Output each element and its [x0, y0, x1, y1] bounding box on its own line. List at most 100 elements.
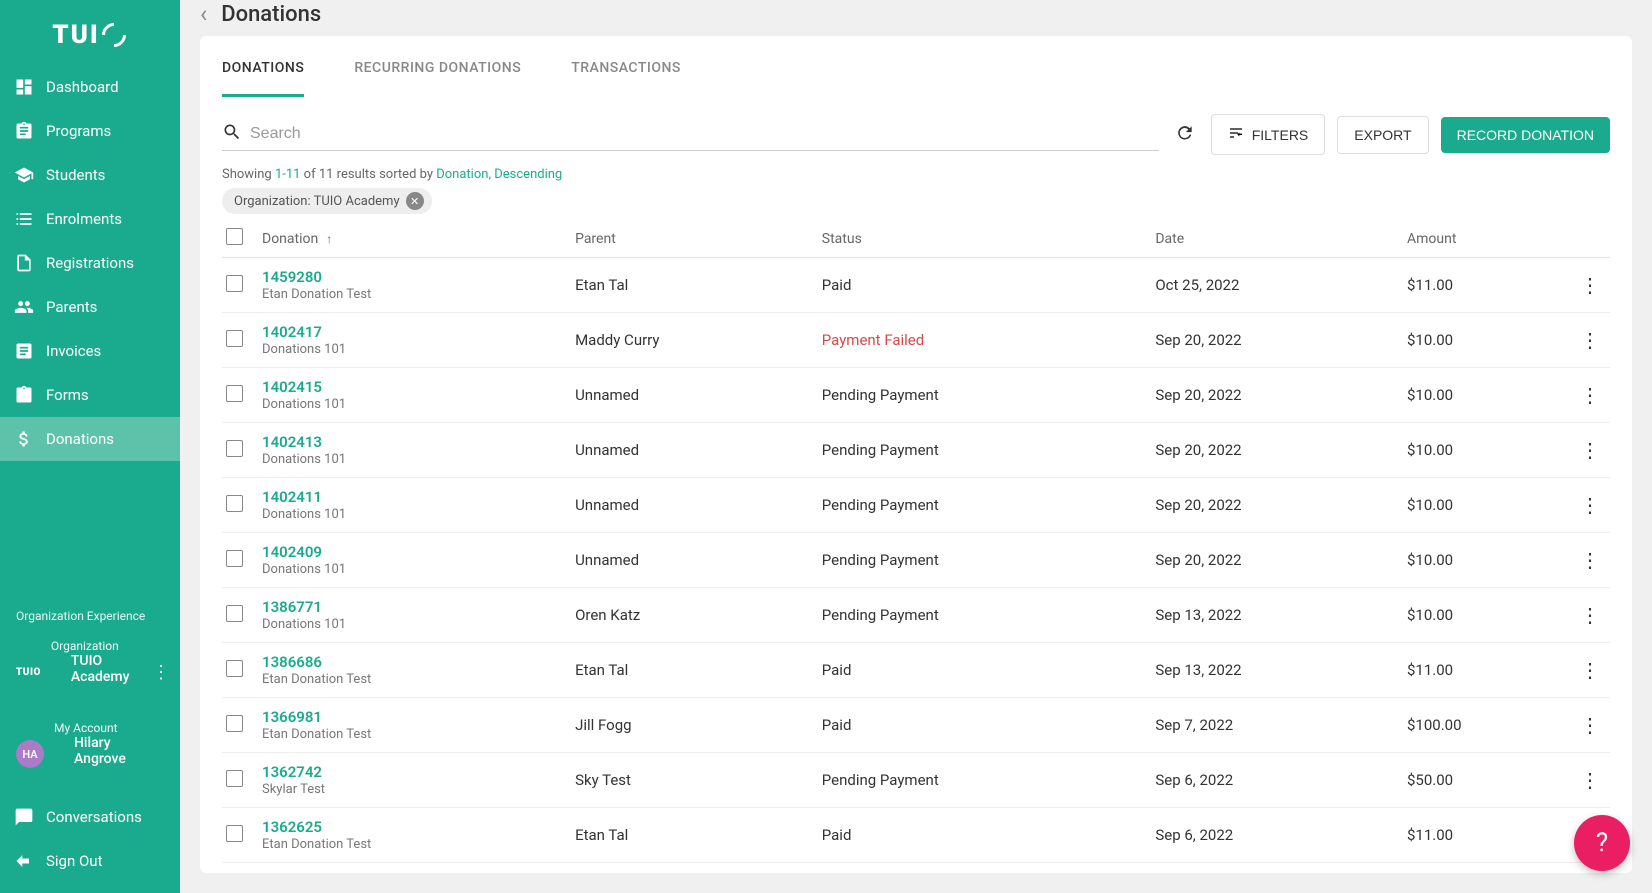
amount-cell: $11.00 [1403, 643, 1570, 698]
donation-id-link[interactable]: 1402415 [262, 378, 567, 396]
row-menu-icon[interactable]: ⋮ [1570, 368, 1610, 423]
date-cell: Sep 20, 2022 [1151, 533, 1403, 588]
org-kebab-icon[interactable]: ⋮ [152, 662, 170, 683]
donation-id-link[interactable]: 1402409 [262, 543, 567, 561]
page-header: ‹ Donations [200, 0, 1632, 36]
row-menu-icon[interactable]: ⋮ [1570, 478, 1610, 533]
sidebar-item-conversations[interactable]: Conversations [0, 795, 180, 839]
row-checkbox[interactable] [226, 550, 243, 567]
status-cell: Pending Payment [818, 423, 1152, 478]
col-status[interactable]: Status [818, 220, 1152, 258]
donation-id-link[interactable]: 1366981 [262, 708, 567, 726]
donation-sub: Etan Donation Test [262, 287, 567, 302]
row-menu-icon[interactable]: ⋮ [1570, 753, 1610, 808]
list-icon [14, 209, 34, 229]
row-menu-icon[interactable]: ⋮ [1570, 588, 1610, 643]
row-checkbox[interactable] [226, 275, 243, 292]
col-amount[interactable]: Amount [1403, 220, 1570, 258]
status-cell: Payment Failed [818, 313, 1152, 368]
row-checkbox[interactable] [226, 385, 243, 402]
table-row: 1386686Etan Donation TestEtan TalPaidSep… [222, 643, 1610, 698]
row-menu-icon[interactable]: ⋮ [1570, 533, 1610, 588]
row-checkbox[interactable] [226, 770, 243, 787]
sidebar-item-dashboard[interactable]: Dashboard [0, 65, 180, 109]
row-checkbox[interactable] [226, 660, 243, 677]
sidebar-item-label: Invoices [46, 342, 101, 360]
sidebar-item-students[interactable]: Students [0, 153, 180, 197]
amount-cell: $10.00 [1403, 588, 1570, 643]
select-all-checkbox[interactable] [226, 228, 243, 245]
row-checkbox[interactable] [226, 330, 243, 347]
parent-cell: Etan Tal [571, 643, 818, 698]
record-donation-button[interactable]: RECORD DONATION [1441, 117, 1610, 153]
search-input[interactable] [250, 125, 1159, 143]
filters-button[interactable]: FILTERS [1211, 114, 1326, 155]
table-row: 1362742Skylar TestSky TestPending Paymen… [222, 753, 1610, 808]
back-chevron-icon[interactable]: ‹ [200, 0, 207, 28]
donation-sub: Donations 101 [262, 397, 567, 412]
org-switcher[interactable]: TUIO Organization TUIO Academy ⋮ [0, 631, 180, 713]
table-row: 1386771Donations 101Oren KatzPending Pay… [222, 588, 1610, 643]
sidebar-item-donations[interactable]: Donations [0, 417, 180, 461]
date-cell: Sep 20, 2022 [1151, 313, 1403, 368]
row-menu-icon[interactable]: ⋮ [1570, 423, 1610, 478]
status-cell: Paid [818, 808, 1152, 863]
donation-id-link[interactable]: 1402413 [262, 433, 567, 451]
table-row: 1459280Etan Donation TestEtan TalPaidOct… [222, 258, 1610, 313]
tab-transactions[interactable]: TRANSACTIONS [571, 56, 681, 97]
sidebar-item-forms[interactable]: Forms [0, 373, 180, 417]
row-checkbox[interactable] [226, 440, 243, 457]
donation-id-link[interactable]: 1459280 [262, 268, 567, 286]
sidebar-item-parents[interactable]: Parents [0, 285, 180, 329]
donation-id-link[interactable]: 1402411 [262, 488, 567, 506]
donation-id-link[interactable]: 1386771 [262, 598, 567, 616]
donation-sub: Donations 101 [262, 342, 567, 357]
row-menu-icon[interactable]: ⋮ [1570, 698, 1610, 753]
col-donation[interactable]: Donation↑ [258, 220, 571, 258]
row-checkbox[interactable] [226, 605, 243, 622]
row-checkbox[interactable] [226, 715, 243, 732]
donation-id-link[interactable]: 1362742 [262, 763, 567, 781]
sidebar-item-label: Students [46, 166, 105, 184]
status-cell: Paid [818, 698, 1152, 753]
sort-dir-link[interactable]: Descending [494, 167, 562, 182]
row-checkbox[interactable] [226, 825, 243, 842]
row-menu-icon[interactable]: ⋮ [1570, 258, 1610, 313]
chip-remove-icon[interactable]: ✕ [406, 192, 424, 210]
export-button[interactable]: EXPORT [1337, 116, 1428, 154]
account-name: Hilary Angrove [54, 735, 164, 787]
sidebar-item-programs[interactable]: Programs [0, 109, 180, 153]
col-parent[interactable]: Parent [571, 220, 818, 258]
table-row: 1366981Etan Donation TestJill FoggPaidSe… [222, 698, 1610, 753]
donation-sub: Donations 101 [262, 507, 567, 522]
refresh-button[interactable] [1171, 119, 1199, 151]
help-fab[interactable]: ? [1574, 815, 1630, 871]
amount-cell: $10.00 [1403, 423, 1570, 478]
donation-id-link[interactable]: 1402417 [262, 323, 567, 341]
sidebar-item-invoices[interactable]: Invoices [0, 329, 180, 373]
search-icon [222, 122, 242, 146]
row-checkbox[interactable] [226, 495, 243, 512]
sidebar-item-signout[interactable]: Sign Out [0, 839, 180, 883]
tab-donations[interactable]: DONATIONS [222, 56, 304, 97]
row-menu-icon[interactable]: ⋮ [1570, 643, 1610, 698]
tab-recurring-donations[interactable]: RECURRING DONATIONS [354, 56, 521, 97]
org-name: TUIO Academy [51, 653, 164, 705]
date-cell: Sep 6, 2022 [1151, 753, 1403, 808]
tune-icon [1228, 125, 1244, 144]
status-cell: Pending Payment [818, 753, 1152, 808]
search-wrap [222, 118, 1159, 151]
parent-cell: Maddy Curry [571, 313, 818, 368]
col-date[interactable]: Date [1151, 220, 1403, 258]
donation-id-link[interactable]: 1386686 [262, 653, 567, 671]
donation-id-link[interactable]: 1362625 [262, 818, 567, 836]
parent-cell: Unnamed [571, 478, 818, 533]
parent-cell: Etan Tal [571, 808, 818, 863]
account-block[interactable]: HA My Account Hilary Angrove [0, 713, 180, 795]
row-menu-icon[interactable]: ⋮ [1570, 313, 1610, 368]
parent-cell: Etan Tal [571, 258, 818, 313]
status-cell: Pending Payment [818, 368, 1152, 423]
sort-field-link[interactable]: Donation [436, 167, 488, 182]
sidebar-item-registrations[interactable]: Registrations [0, 241, 180, 285]
sidebar-item-enrolments[interactable]: Enrolments [0, 197, 180, 241]
